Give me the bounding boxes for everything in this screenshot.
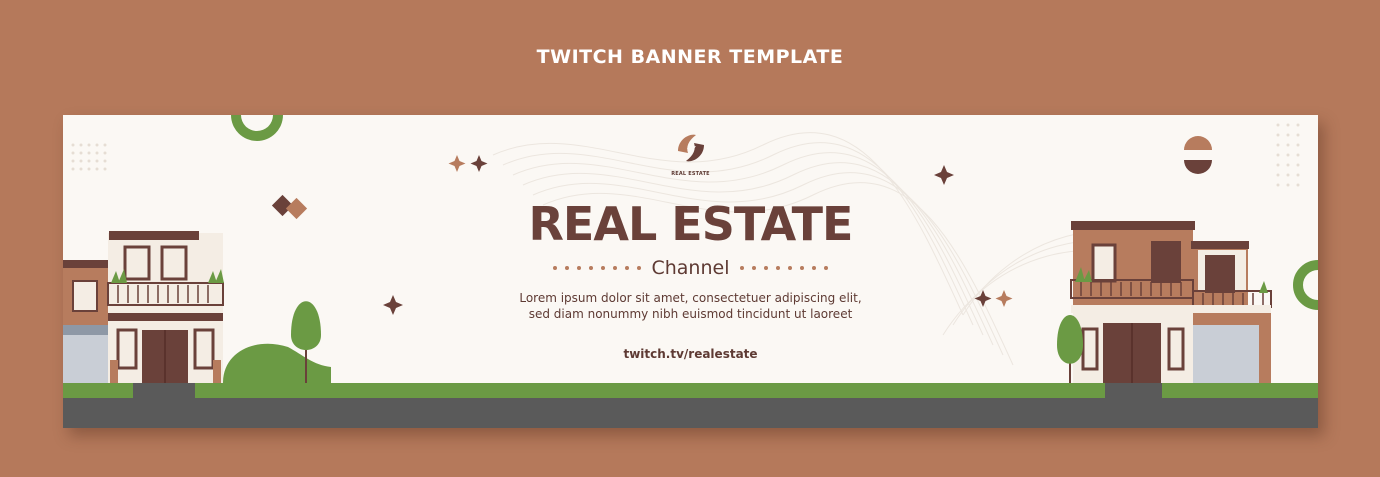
driveway-right	[1105, 383, 1162, 399]
dots-left	[553, 266, 642, 270]
logo-text: REAL ESTATE	[671, 171, 710, 177]
subtitle: Channel	[651, 257, 730, 279]
subtitle-row: Channel	[63, 257, 1318, 279]
driveway-left	[133, 383, 195, 399]
dot-grid-left	[71, 143, 107, 171]
headline: REAL ESTATE	[528, 197, 854, 251]
logo: REAL ESTATE	[663, 131, 718, 177]
twitch-banner: REAL ESTATE REAL ESTATE Channel Lorem ip…	[63, 115, 1318, 428]
body-text: Lorem ipsum dolor sit amet, consectetuer…	[63, 290, 1318, 322]
body-line-2: sed diam nonummy nibh euismod tincidunt …	[528, 307, 853, 321]
channel-url: twitch.tv/realestate	[623, 347, 758, 361]
dots-right	[739, 266, 828, 270]
green-ring-top	[231, 115, 283, 141]
road	[63, 398, 1318, 428]
half-circle-top	[1184, 136, 1212, 150]
half-circle-bottom	[1184, 160, 1212, 174]
body-line-1: Lorem ipsum dolor sit amet, consectetuer…	[519, 291, 862, 305]
logo-mark-icon	[677, 134, 704, 162]
page-title: TWITCH BANNER TEMPLATE	[536, 46, 844, 68]
dot-grid-right	[1276, 123, 1300, 187]
